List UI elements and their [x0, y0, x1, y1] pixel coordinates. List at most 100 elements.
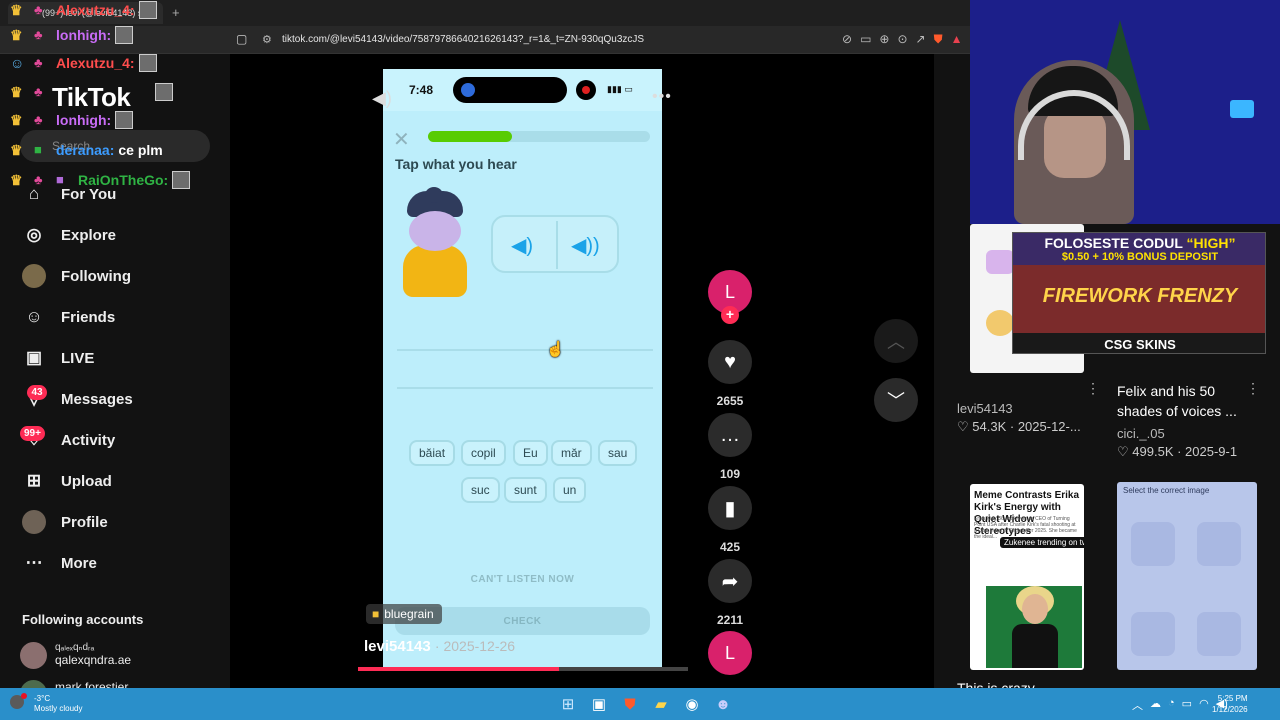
- temperature: -3°C: [34, 694, 51, 703]
- sidebar-item-friends[interactable]: ☺ Friends: [22, 304, 115, 330]
- discord-icon[interactable]: ☻: [711, 692, 735, 716]
- alert-icon[interactable]: ▲: [951, 32, 963, 47]
- card-title[interactable]: Felix and his 50 shades of voices ...: [1117, 381, 1247, 421]
- next-video-button[interactable]: ﹀: [874, 378, 918, 422]
- close-icon: ✕: [393, 129, 410, 151]
- video-thumbnail[interactable]: Select the correct image: [1117, 482, 1257, 670]
- chat-line: ♛ ♣ ■ RaiOnTheGo:: [10, 170, 191, 190]
- follow-plus-button[interactable]: +: [721, 306, 739, 324]
- taskbar-apps: ⊞ ▣ ⛊ ▰ ◉ ☻: [556, 692, 735, 716]
- chat-avatar: [138, 1, 157, 19]
- clock-date: 1/12/2026: [1212, 705, 1248, 714]
- like-action[interactable]: ♥ 2655: [708, 340, 752, 408]
- word-tile: măr: [551, 440, 592, 466]
- sidebar-item-profile[interactable]: Profile: [22, 509, 108, 535]
- sidebar-item-explore[interactable]: ◎ Explore: [22, 222, 116, 248]
- weather-widget[interactable]: -3°C Mostly cloudy: [34, 694, 82, 714]
- card-menu-icon[interactable]: ⋮: [1086, 380, 1100, 397]
- share-icon[interactable]: ↗: [916, 32, 926, 47]
- chevron-up-icon[interactable]: ︿: [1132, 697, 1143, 713]
- site-info-icon[interactable]: ⚙: [262, 33, 272, 46]
- card-meta: ♡ 54.3K · 2025-12-...: [957, 419, 1081, 434]
- card-menu-icon[interactable]: ⋮: [1246, 380, 1260, 397]
- heart-icon[interactable]: ♥: [708, 340, 752, 384]
- badge-icon: ♣: [34, 112, 43, 127]
- music-tag[interactable]: ■ bluegrain: [366, 604, 442, 624]
- weather-condition: Mostly cloudy: [34, 704, 83, 713]
- account-display-name: qₐₗₑₓqₙdᵣₐ: [55, 642, 95, 653]
- file-explorer-icon[interactable]: ▰: [649, 692, 673, 716]
- task-view-icon[interactable]: ▣: [587, 692, 611, 716]
- account-handle: qalexqndra.ae: [55, 653, 132, 667]
- music-tag-label: bluegrain: [384, 607, 434, 621]
- more-options-icon[interactable]: •••: [652, 88, 672, 106]
- chat-line: ♛ ♣: [10, 82, 173, 102]
- cast-icon[interactable]: ▭: [860, 32, 871, 47]
- music-icon: ■: [372, 607, 380, 621]
- card-user[interactable]: cici._.05: [1117, 426, 1165, 441]
- save-action[interactable]: ▮ 425: [708, 486, 752, 554]
- chat-message: ce plm: [118, 142, 163, 158]
- sidebar-item-following[interactable]: Following: [22, 263, 131, 289]
- sidebar-item-upload[interactable]: ⊞ Upload: [22, 468, 112, 494]
- video-thumbnail[interactable]: Meme Contrasts Erika Kirk's Energy with …: [970, 484, 1084, 670]
- dynamic-island: [453, 77, 567, 103]
- comment-action[interactable]: … 109: [708, 413, 752, 481]
- divider: [556, 221, 558, 269]
- translate-icon[interactable]: ⊙: [897, 32, 907, 47]
- reader-mode-icon[interactable]: ⊘: [842, 32, 852, 47]
- video-progress-bar[interactable]: [358, 667, 688, 671]
- following-account[interactable]: qₐₗₑₓqₙdᵣₐ qalexqndra.ae: [20, 642, 131, 669]
- toolbar-icons: ⊘ ▭ ⊕ ⊙ ↗ ⛊ ▲: [842, 32, 963, 47]
- video-author[interactable]: levi54143 · 2025-12-26: [364, 638, 515, 655]
- previous-video-button[interactable]: ︿: [874, 319, 918, 363]
- url-field[interactable]: tiktok.com/@levi54143/video/758797866402…: [282, 34, 644, 45]
- badge-icon: ♣: [34, 27, 43, 42]
- zoom-icon[interactable]: ⊕: [879, 32, 889, 47]
- bookmark-icon[interactable]: ▢: [236, 32, 247, 46]
- volume-icon[interactable]: ◀): [372, 88, 392, 109]
- photo-face: [1022, 594, 1048, 624]
- chat-line: ♛ ♣ lonhigh:: [10, 110, 134, 130]
- display-icon[interactable]: ▭: [1182, 697, 1192, 713]
- card-user[interactable]: levi54143: [957, 401, 1013, 416]
- bookmark-icon[interactable]: ▮: [708, 486, 752, 530]
- brave-browser-icon[interactable]: ⛊: [618, 692, 642, 716]
- video-player[interactable]: 7:48 ▮▮▮ ▭ ✕ Tap what you hear ◀) ◀)) bă…: [383, 69, 662, 669]
- comment-icon[interactable]: …: [708, 413, 752, 457]
- steam-icon[interactable]: ◉: [680, 692, 704, 716]
- taskbar-clock[interactable]: 5:25 PM 1/12/2026: [1212, 693, 1248, 715]
- chat-avatar: [115, 111, 134, 129]
- word-tile: Eu: [513, 440, 548, 466]
- avatar-icon: [22, 264, 46, 288]
- live-icon: ▣: [25, 348, 43, 367]
- headphones-icon[interactable]: ◔: [1168, 697, 1175, 713]
- messages-badge: 43: [27, 385, 47, 400]
- thumbnail-caption: Zukenee trending on twitter 😂😂: [1000, 537, 1084, 548]
- card-date: 2025-9-1: [1185, 444, 1238, 459]
- answer-line: [397, 387, 653, 389]
- card-title[interactable]: This is crazy...: [957, 678, 1057, 688]
- music-disc-avatar[interactable]: L: [708, 631, 752, 675]
- share-action[interactable]: ➦ 2211: [708, 559, 752, 627]
- crown-icon: ♛: [10, 27, 23, 43]
- word-tile: copil: [461, 440, 506, 466]
- sidebar-item-more[interactable]: ⋯ More: [22, 550, 97, 576]
- record-icon: [576, 80, 596, 100]
- crown-icon: ♛: [10, 84, 23, 100]
- new-tab-button[interactable]: +: [172, 5, 180, 20]
- badge-icon: ♣: [34, 84, 43, 99]
- brave-shield-icon[interactable]: ⛊: [934, 32, 943, 47]
- chat-username: Alexutzu_4:: [56, 2, 135, 18]
- crown-icon: ♛: [10, 142, 23, 158]
- photo-dress: [1012, 624, 1058, 668]
- avatar: [20, 642, 47, 669]
- character-illustration: [399, 187, 471, 299]
- cant-listen-button: CAN'T LISTEN NOW: [470, 574, 575, 585]
- wifi-icon[interactable]: ◠: [1199, 697, 1209, 713]
- cloud-icon[interactable]: ☁: [1150, 697, 1161, 713]
- windows-start-icon[interactable]: ⊞: [556, 692, 580, 716]
- share-arrow-icon[interactable]: ➦: [708, 559, 752, 603]
- word-tile: un: [553, 477, 587, 503]
- sidebar-item-live[interactable]: ▣ LIVE: [22, 345, 94, 371]
